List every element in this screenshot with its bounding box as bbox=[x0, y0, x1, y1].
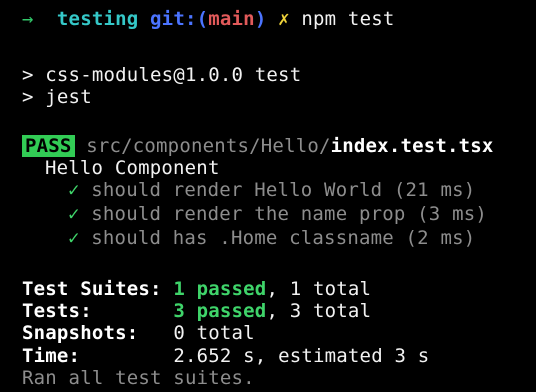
suites-passed-count: 1 passed bbox=[173, 278, 267, 300]
summary-time: Time: 2.652 s, estimated 3 s bbox=[22, 345, 429, 367]
time-value: 2.652 s, estimated 3 s bbox=[173, 345, 430, 367]
pass-badge: PASS bbox=[22, 135, 75, 157]
describe-block-name: Hello Component bbox=[45, 157, 220, 179]
git-paren-open: ( bbox=[196, 8, 209, 30]
summary-label: Tests: bbox=[22, 300, 92, 322]
check-icon: ✓ bbox=[68, 179, 80, 201]
test-case-text: should render Hello World (21 ms) bbox=[91, 179, 476, 201]
git-label: git: bbox=[150, 8, 197, 30]
git-dirty-icon: ✗ bbox=[278, 8, 290, 30]
summary-label: Time: bbox=[22, 345, 81, 367]
git-branch: main bbox=[208, 8, 255, 30]
summary-tests: Tests: 3 passed, 3 total bbox=[22, 300, 371, 322]
prompt-arrow-icon: → bbox=[22, 8, 34, 30]
tests-passed-count: 3 passed bbox=[173, 300, 267, 322]
terminal-window: → testing git:(main) ✗ npm test > css-mo… bbox=[0, 0, 536, 392]
test-file-dir: src/components/Hello/ bbox=[86, 135, 331, 157]
test-file-result: PASS src/components/Hello/index.test.tsx bbox=[22, 135, 494, 157]
check-icon: ✓ bbox=[68, 203, 80, 225]
tests-total: , 3 total bbox=[266, 300, 372, 322]
shell-prompt-line: → testing git:(main) ✗ npm test bbox=[22, 8, 395, 30]
test-case-row: ✓ should render Hello World (21 ms) bbox=[22, 179, 475, 201]
summary-label: Test Suites: bbox=[22, 278, 162, 300]
run-footer: Ran all test suites. bbox=[22, 367, 255, 389]
snapshots-total: 0 total bbox=[173, 322, 255, 344]
npm-script-line: > css-modules@1.0.0 test bbox=[22, 64, 302, 86]
test-case-text: should render the name prop (3 ms) bbox=[91, 203, 488, 225]
typed-command: npm test bbox=[301, 8, 395, 30]
npm-jest-line: > jest bbox=[22, 86, 92, 108]
git-paren-close: ) bbox=[254, 8, 267, 30]
suites-total: , 1 total bbox=[266, 278, 372, 300]
summary-snapshots: Snapshots: 0 total bbox=[22, 322, 255, 344]
test-case-text: should has .Home classname (2 ms) bbox=[91, 227, 476, 249]
prompt-directory: testing bbox=[56, 8, 139, 30]
summary-test-suites: Test Suites: 1 passed, 1 total bbox=[22, 278, 371, 300]
check-icon: ✓ bbox=[68, 227, 80, 249]
test-case-row: ✓ should has .Home classname (2 ms) bbox=[22, 227, 475, 249]
test-case-row: ✓ should render the name prop (3 ms) bbox=[22, 203, 487, 225]
summary-label: Snapshots: bbox=[22, 322, 139, 344]
test-file-name: index.test.tsx bbox=[330, 135, 494, 157]
